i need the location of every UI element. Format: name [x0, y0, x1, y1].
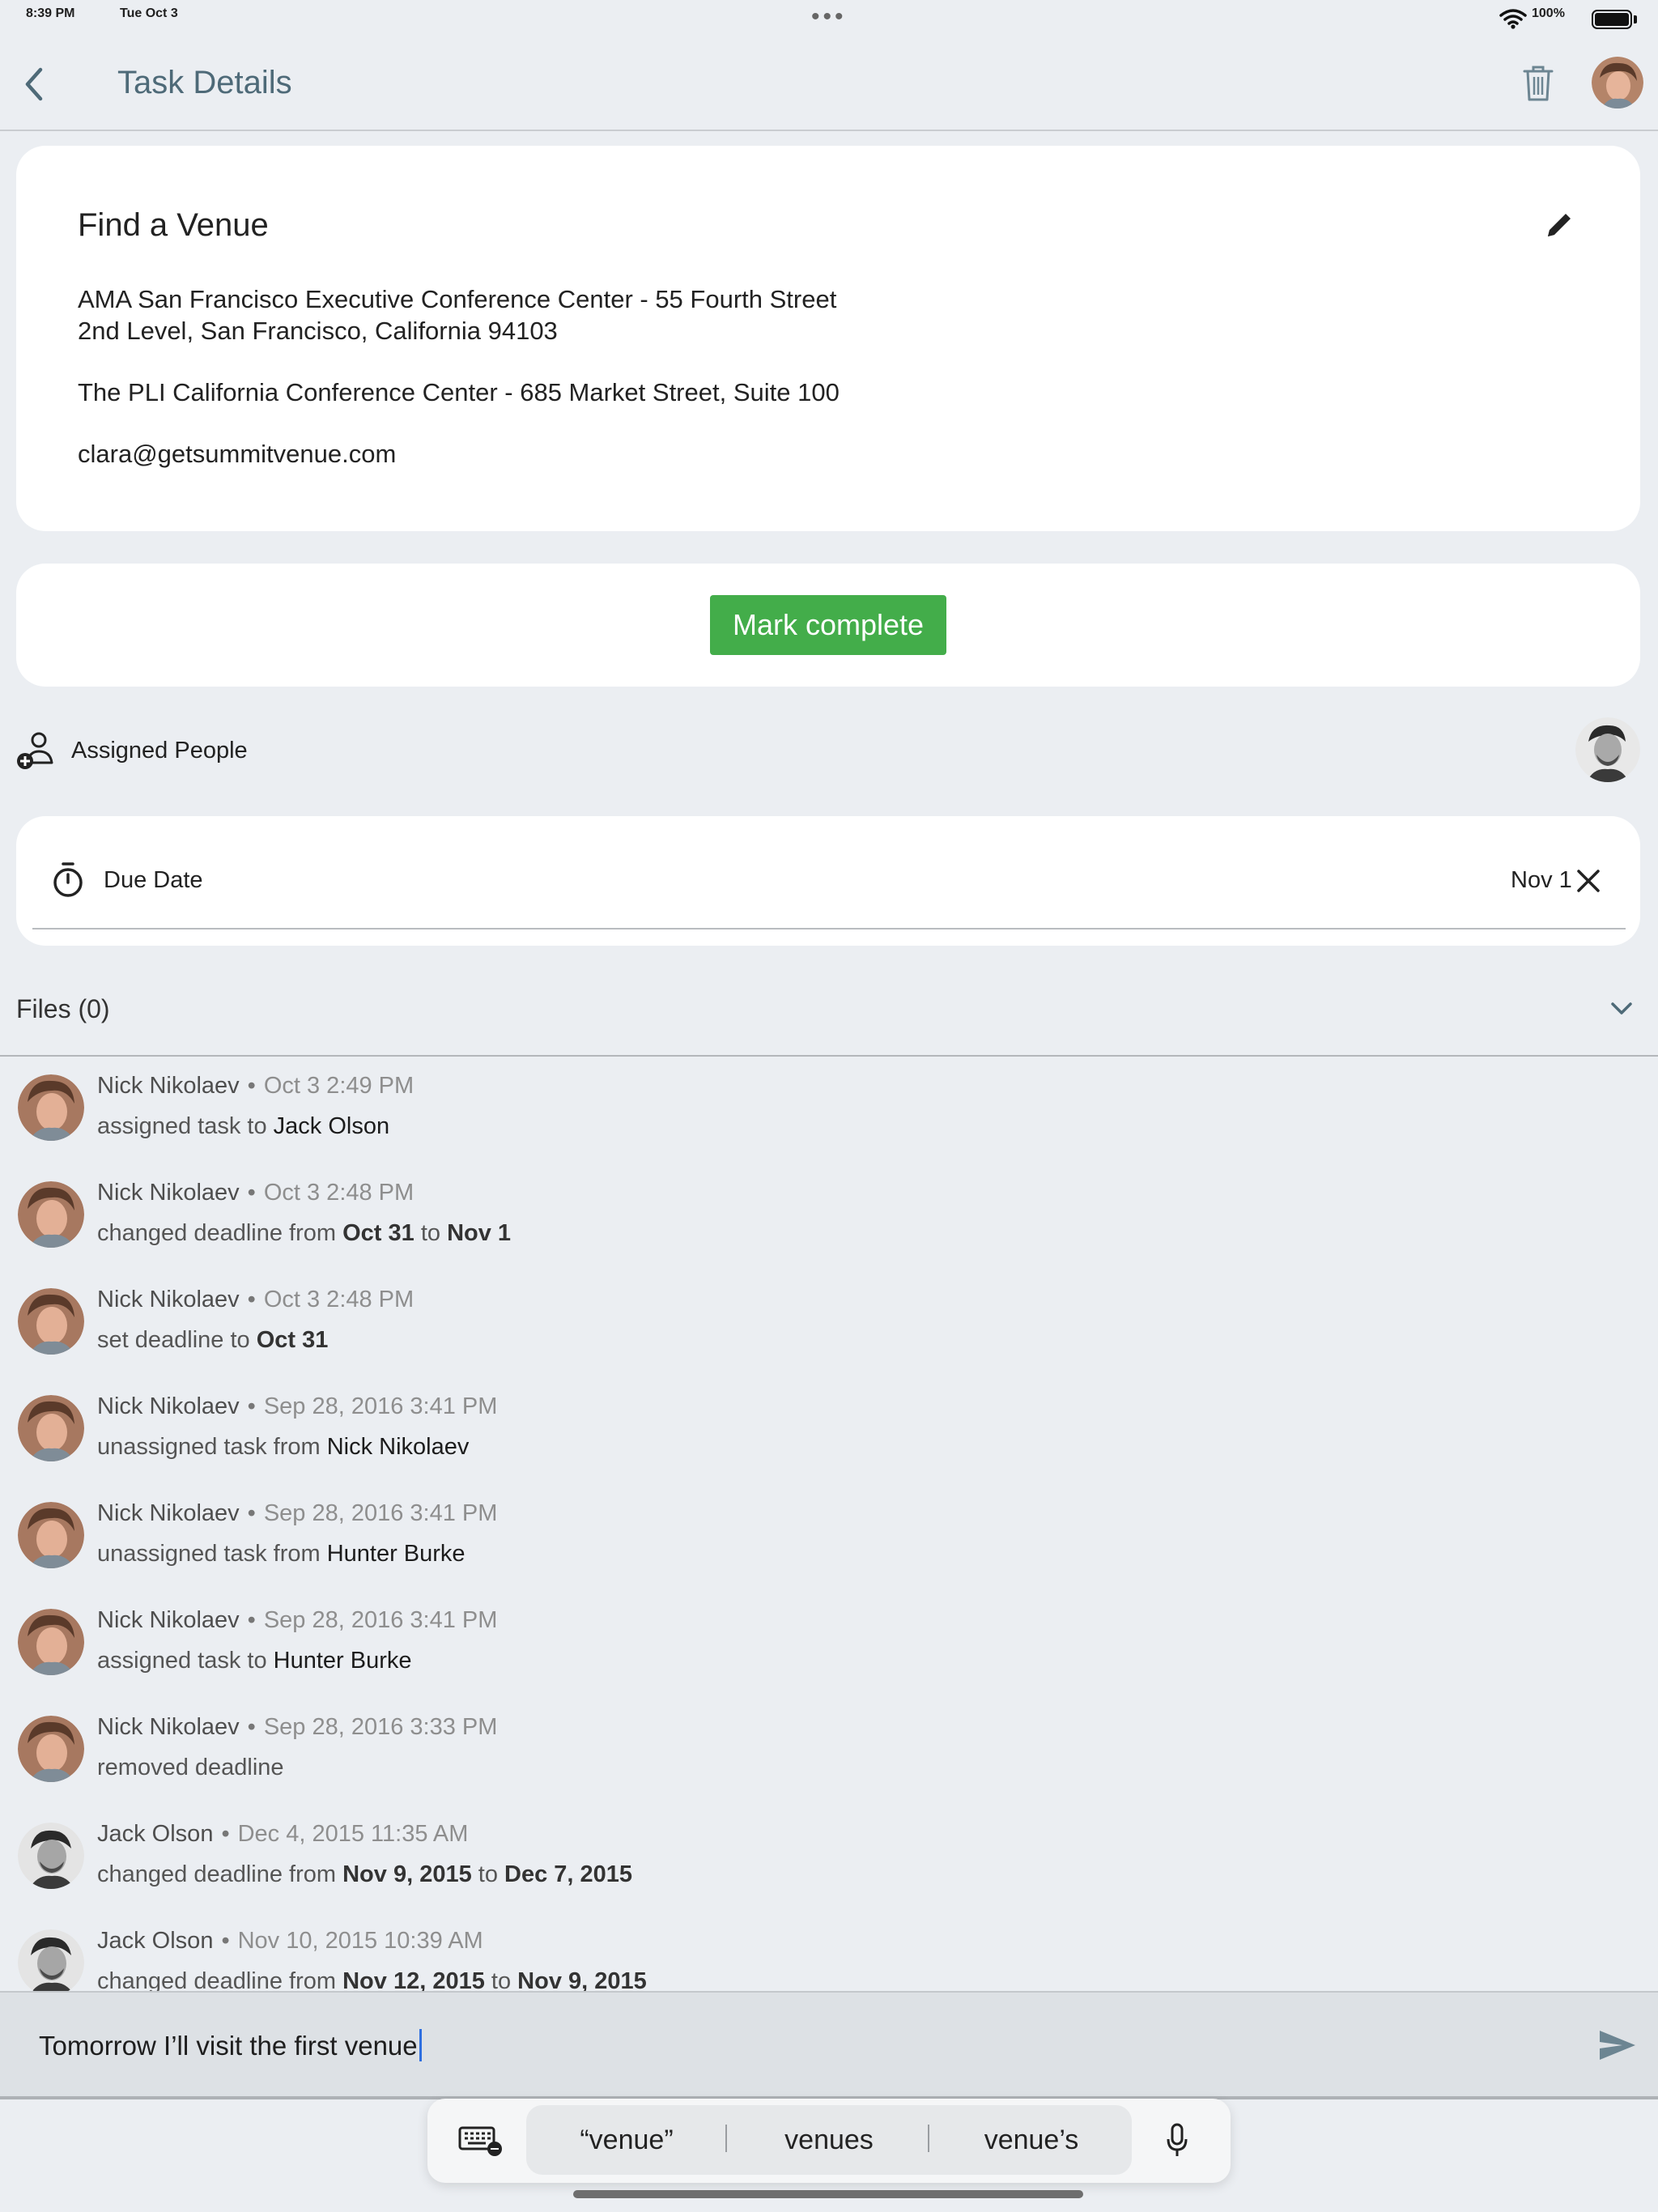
divider — [928, 2125, 929, 2152]
avatar — [18, 1181, 84, 1248]
trash-icon[interactable] — [1522, 65, 1554, 102]
activity-text: assigned task to Jack Olson — [97, 1113, 390, 1139]
comment-input[interactable]: Tomorrow I’ll visit the first venue — [39, 2029, 422, 2061]
suggestion-item[interactable]: “venue” — [538, 2125, 716, 2156]
divider — [725, 2125, 727, 2152]
status-date: Tue Oct 3 — [120, 6, 178, 20]
activity-text: changed deadline from Oct 31 to Nov 1 — [97, 1220, 512, 1246]
task-title: Find a Venue — [78, 207, 269, 243]
status-time: 8:39 PM — [26, 6, 75, 20]
activity-time: Sep 28, 2016 3:41 PM — [263, 1393, 498, 1419]
activity-text: assigned task to Hunter Burke — [97, 1648, 412, 1674]
activity-author: Nick Nikolaev — [97, 1180, 240, 1206]
suggestion-item[interactable]: venues — [740, 2125, 918, 2156]
assignee-avatar[interactable] — [1575, 717, 1640, 782]
avatar — [18, 1502, 84, 1568]
avatar — [18, 1395, 84, 1461]
activity-author: Nick Nikolaev — [97, 1714, 240, 1740]
task-desc-line: clara@getsummitvenue.com — [78, 440, 397, 468]
activity-author: Nick Nikolaev — [97, 1393, 240, 1419]
avatar — [18, 1929, 84, 1991]
activity-time: Sep 28, 2016 3:33 PM — [263, 1714, 498, 1740]
activity-item: Nick Nikolaev • Sep 28, 2016 3:41 PM assig… — [0, 1591, 1658, 1698]
task-desc-line: The PLI California Conference Center - 6… — [78, 378, 840, 406]
activity-item: Nick Nikolaev • Oct 3 2:48 PM changed dead… — [0, 1163, 1658, 1270]
avatar — [18, 1288, 84, 1355]
files-label[interactable]: Files (0) — [16, 994, 110, 1024]
pencil-edit-icon[interactable] — [1543, 209, 1575, 241]
battery-icon — [1592, 10, 1632, 29]
due-date-underline — [32, 928, 1626, 929]
activity-text: changed deadline from Nov 9, 2015 to Dec… — [97, 1861, 633, 1887]
activity-author: Nick Nikolaev — [97, 1073, 240, 1099]
microphone-icon[interactable] — [1166, 2123, 1188, 2159]
activity-text: removed deadline — [97, 1755, 284, 1780]
activity-text: changed deadline from Nov 12, 2015 to No… — [97, 1968, 647, 1991]
activity-time: Oct 3 2:49 PM — [263, 1073, 414, 1099]
due-date-value[interactable]: Nov 1 — [1511, 867, 1572, 894]
suggestion-item[interactable]: venue’s — [942, 2125, 1120, 2156]
add-person-icon[interactable] — [16, 730, 55, 771]
activity-item: Nick Nikolaev • Sep 28, 2016 3:41 PM unass… — [0, 1377, 1658, 1484]
activity-item: Nick Nikolaev • Oct 3 2:48 PM set deadline… — [0, 1270, 1658, 1377]
battery-tip — [1634, 15, 1637, 23]
activity-time: Sep 28, 2016 3:41 PM — [263, 1500, 498, 1526]
page-title: Task Details — [117, 65, 292, 100]
text-caret — [419, 2029, 422, 2061]
activity-time: Nov 10, 2015 10:39 AM — [237, 1928, 483, 1954]
activity-text: unassigned task from Hunter Burke — [97, 1541, 466, 1567]
activity-text: set deadline to Oct 31 — [97, 1327, 329, 1353]
activity-time: Oct 3 2:48 PM — [263, 1287, 414, 1312]
task-description: AMA San Francisco Executive Conference C… — [78, 283, 840, 500]
task-desc-line: 2nd Level, San Francisco, California 941… — [78, 317, 558, 345]
home-indicator — [573, 2190, 1083, 2198]
due-date-card[interactable] — [16, 816, 1640, 946]
avatar — [18, 1716, 84, 1782]
activity-author: Nick Nikolaev — [97, 1287, 240, 1312]
activity-feed[interactable]: Nick Nikolaev • Oct 3 2:49 PM assigned tas… — [0, 1057, 1658, 1991]
activity-item: Nick Nikolaev • Sep 28, 2016 3:41 PM unass… — [0, 1484, 1658, 1591]
activity-time: Sep 28, 2016 3:41 PM — [263, 1607, 498, 1633]
battery-percent: 100% — [1532, 6, 1565, 20]
avatar — [18, 1609, 84, 1675]
assigned-people-label: Assigned People — [71, 738, 248, 764]
activity-time: Oct 3 2:48 PM — [263, 1180, 414, 1206]
activity-text: unassigned task from Nick Nikolaev — [97, 1434, 470, 1460]
activity-time: Dec 4, 2015 11:35 AM — [237, 1821, 469, 1847]
multitasking-dots-icon[interactable]: ••• — [811, 3, 847, 31]
clear-due-date-icon[interactable] — [1575, 868, 1601, 894]
activity-item: Jack Olson • Dec 4, 2015 11:35 AM changed … — [0, 1805, 1658, 1912]
due-date-label: Due Date — [104, 867, 203, 893]
activity-item: Nick Nikolaev • Oct 3 2:49 PM assigned tas… — [0, 1057, 1658, 1163]
keyboard-icon[interactable] — [458, 2125, 504, 2157]
activity-author: Nick Nikolaev — [97, 1607, 240, 1633]
send-icon[interactable] — [1598, 2029, 1637, 2061]
mark-complete-button[interactable]: Mark complete — [710, 595, 946, 655]
activity-author: Nick Nikolaev — [97, 1500, 240, 1526]
avatar — [18, 1074, 84, 1141]
timer-icon — [53, 862, 83, 897]
back-chevron-icon[interactable] — [18, 66, 50, 102]
chevron-down-icon[interactable] — [1609, 1001, 1634, 1017]
activity-author: Jack Olson — [97, 1821, 214, 1847]
activity-item: Nick Nikolaev • Sep 28, 2016 3:33 PM remov… — [0, 1698, 1658, 1805]
user-avatar[interactable] — [1592, 57, 1643, 108]
activity-item: Jack Olson • Nov 10, 2015 10:39 AM changed… — [0, 1912, 1658, 1991]
wifi-icon — [1499, 9, 1527, 29]
avatar — [18, 1823, 84, 1889]
task-desc-line: AMA San Francisco Executive Conference C… — [78, 285, 837, 313]
activity-author: Jack Olson — [97, 1928, 214, 1954]
